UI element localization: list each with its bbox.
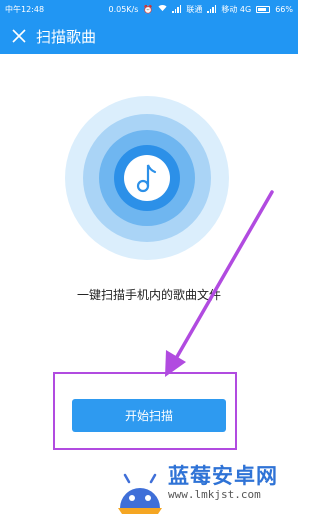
scan-prompt: 一键扫描手机内的歌曲文件: [76, 288, 221, 302]
android-logo-icon: [118, 473, 162, 514]
scan-illustration: [65, 96, 229, 260]
watermark-url: www.lmkjst.com: [168, 488, 261, 501]
watermark: 蓝莓安卓网 www.lmkjst.com: [112, 446, 294, 528]
start-scan-button[interactable]: 开始扫描: [72, 399, 226, 432]
watermark-title: 蓝莓安卓网: [168, 464, 278, 488]
